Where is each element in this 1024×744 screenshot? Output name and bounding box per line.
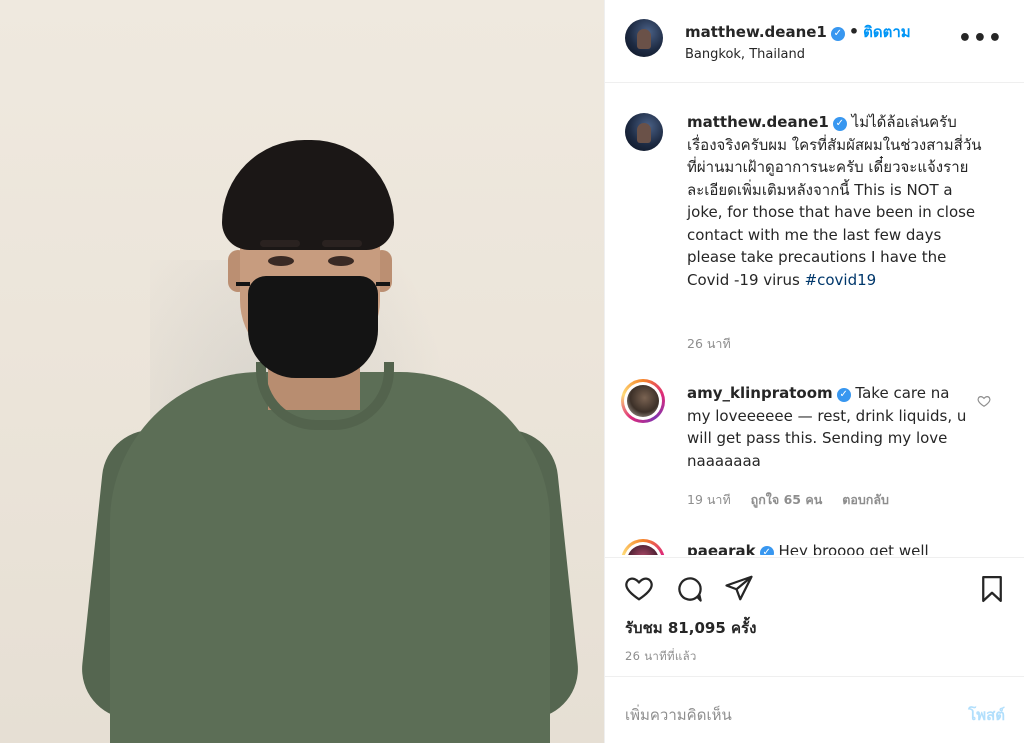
comments-list[interactable]: matthew.deane1 ✓ ไม่ได้ล้อเล่นครับ เรื่อง…: [605, 83, 1024, 555]
verified-badge-icon: ✓: [759, 546, 774, 555]
author-avatar[interactable]: [625, 19, 663, 57]
post-comment-button[interactable]: โพสต์: [968, 703, 1005, 727]
view-count[interactable]: รับชม 81,095 ครั้ง: [625, 616, 756, 640]
comment-username[interactable]: amy_klinpratoom: [687, 384, 833, 402]
reply-button[interactable]: ตอบกลับ: [842, 492, 889, 507]
caption-time[interactable]: 26 นาที: [687, 334, 731, 354]
comment-icon[interactable]: [675, 574, 705, 604]
comment-input[interactable]: เพิ่มความคิดเห็น: [625, 703, 732, 727]
comment-time[interactable]: 19 นาที: [687, 492, 731, 507]
post-actions: รับชม 81,095 ครั้ง 26 นาทีที่แล้ว: [605, 557, 1024, 676]
separator-dot: •: [848, 22, 860, 41]
person-brow-left: [260, 240, 300, 247]
more-options-icon[interactable]: •••: [958, 28, 1003, 50]
person-eye-right: [328, 256, 354, 266]
face-mask: [248, 276, 378, 378]
post-side-panel: matthew.deane1 ✓ • ติดตาม Bangkok, Thailand…: [604, 0, 1024, 743]
verified-badge-icon: ✓: [836, 388, 851, 402]
post-header: matthew.deane1 ✓ • ติดตาม Bangkok, Thailand…: [605, 0, 1024, 83]
heart-icon[interactable]: [623, 573, 655, 603]
comment-username[interactable]: paearak: [687, 542, 756, 555]
person-hair: [222, 140, 394, 250]
verified-badge-icon: ✓: [830, 27, 845, 41]
share-icon[interactable]: [723, 573, 755, 603]
hashtag-link[interactable]: #covid19: [805, 271, 877, 289]
author-info: matthew.deane1 ✓ • ติดตาม Bangkok, Thailand: [685, 20, 911, 62]
add-comment-bar: เพิ่มความคิดเห็น โพสต์: [605, 676, 1024, 744]
mask-strap-left: [236, 282, 250, 286]
comment-item: amy_klinpratoom ✓ Take care na my loveeee…: [687, 382, 967, 472]
follow-button[interactable]: ติดตาม: [863, 23, 911, 41]
post-location[interactable]: Bangkok, Thailand: [685, 47, 911, 62]
post-timestamp[interactable]: 26 นาทีที่แล้ว: [625, 648, 697, 666]
mask-strap-right: [376, 282, 390, 286]
comment-likes[interactable]: ถูกใจ 65 คน: [751, 492, 823, 507]
post-video[interactable]: [0, 0, 604, 743]
commenter-avatar[interactable]: [621, 539, 665, 555]
verified-badge-icon: ✓: [832, 117, 847, 131]
bookmark-icon[interactable]: [977, 573, 1007, 605]
comment-text: Hey broooo get well: [778, 542, 929, 555]
comment-meta: 19 นาที ถูกใจ 65 คน ตอบกลับ: [687, 490, 889, 510]
comment-item: paearak ✓ Hey broooo get well: [687, 540, 987, 555]
commenter-avatar[interactable]: [621, 379, 665, 423]
like-comment-heart-icon[interactable]: [977, 394, 991, 408]
caption-username[interactable]: matthew.deane1: [687, 113, 829, 131]
caption: matthew.deane1 ✓ ไม่ได้ล้อเล่นครับ เรื่อง…: [687, 111, 987, 291]
caption-avatar[interactable]: [625, 113, 663, 151]
author-username[interactable]: matthew.deane1: [685, 23, 827, 41]
person-brow-right: [322, 240, 362, 247]
caption-text: ไม่ได้ล้อเล่นครับ เรื่องจริงครับผม ใครที…: [687, 113, 982, 289]
person-eye-left: [268, 256, 294, 266]
